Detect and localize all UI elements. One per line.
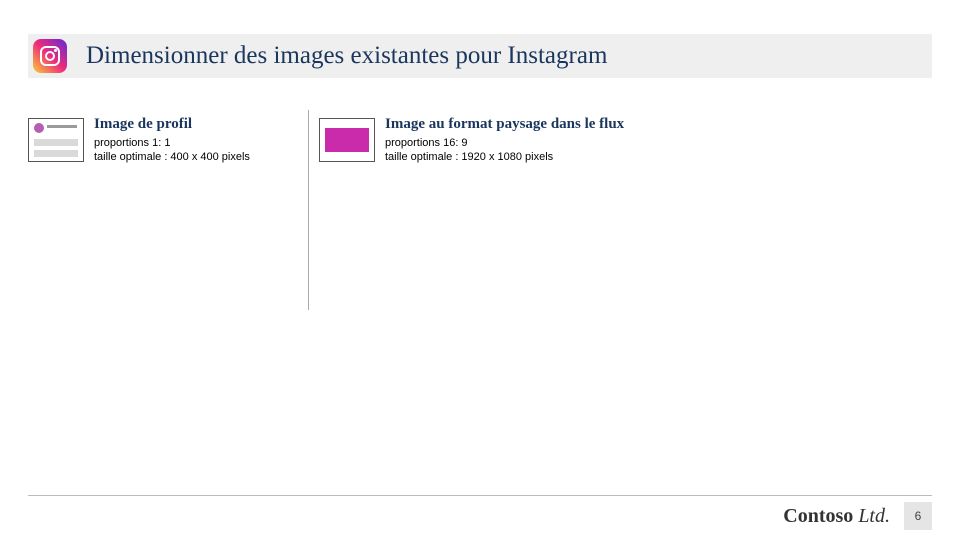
instagram-icon <box>28 34 72 78</box>
spec-profile: Image de profil proportions 1: 1 taille … <box>28 116 308 310</box>
spec-landscape-ratio: proportions 16: 9 <box>385 137 624 151</box>
brand-logo: Contoso Ltd. <box>783 505 890 528</box>
spec-landscape-title: Image au format paysage dans le flux <box>385 116 624 133</box>
footer: Contoso Ltd. 6 <box>783 502 932 530</box>
spec-profile-size: taille optimale : 400 x 400 pixels <box>94 151 250 165</box>
spec-profile-title: Image de profil <box>94 116 250 133</box>
footer-separator <box>28 495 932 496</box>
spec-landscape: Image au format paysage dans le flux pro… <box>309 116 932 310</box>
content-area: Image de profil proportions 1: 1 taille … <box>28 116 932 310</box>
landscape-thumbnail-icon <box>319 118 375 162</box>
header-bar: Dimensionner des images existantes pour … <box>28 34 932 78</box>
brand-name: Contoso <box>783 505 853 527</box>
page-number: 6 <box>904 502 932 530</box>
slide-title: Dimensionner des images existantes pour … <box>86 42 607 70</box>
spec-profile-ratio: proportions 1: 1 <box>94 137 250 151</box>
spec-landscape-size: taille optimale : 1920 x 1080 pixels <box>385 151 624 165</box>
brand-suffix: Ltd. <box>853 505 890 527</box>
profile-thumbnail-icon <box>28 118 84 162</box>
